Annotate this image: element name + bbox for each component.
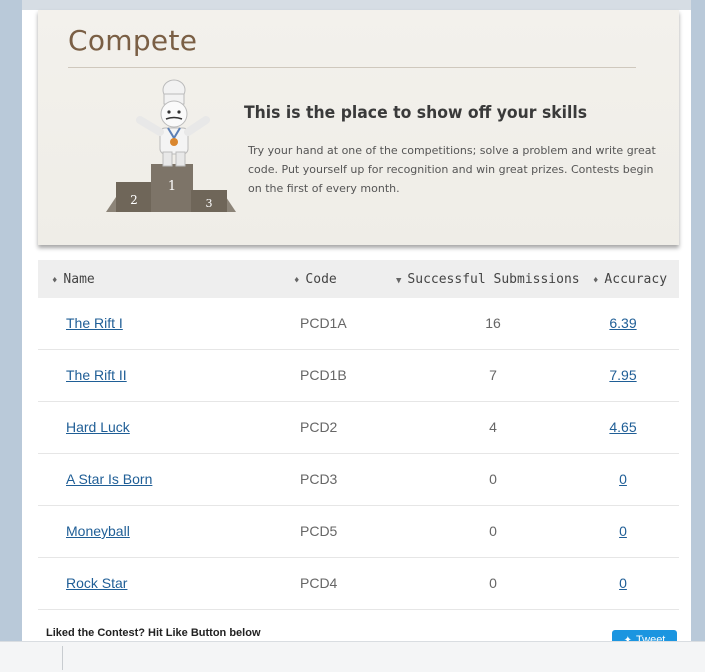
successful-submissions: 0: [489, 523, 497, 539]
banner-title: Compete: [68, 24, 198, 57]
contest-code: PCD4: [300, 575, 338, 591]
table-row: Rock Star PCD4 0 0: [38, 558, 679, 610]
accuracy-link[interactable]: 0: [598, 575, 648, 591]
contest-name-link[interactable]: A Star Is Born: [66, 471, 152, 487]
successful-submissions: 0: [489, 575, 497, 591]
accuracy-link[interactable]: 0: [598, 471, 648, 487]
banner-description: Try your hand at one of the competitions…: [248, 144, 656, 195]
contest-code: PCD3: [300, 471, 338, 487]
contest-name-link[interactable]: The Rift II: [66, 367, 127, 383]
successful-submissions: 16: [485, 315, 501, 331]
accuracy-link[interactable]: 7.95: [598, 367, 648, 383]
accuracy-link[interactable]: 4.65: [598, 419, 648, 435]
table-header: ♦ Name ♦ Code ▼ Successful Submissions ♦ Acc…: [38, 260, 679, 298]
background-right: [691, 0, 705, 671]
contest-code: PCD1B: [300, 367, 347, 383]
podium-label-2: 2: [130, 193, 138, 207]
table-row: Moneyball PCD5 0 0: [38, 506, 679, 558]
sort-desc-icon: ▼: [396, 276, 402, 286]
col-header-accuracy[interactable]: ♦ Accuracy: [593, 272, 667, 287]
contest-name-link[interactable]: The Rift I: [66, 315, 123, 331]
compete-banner: Compete 2 1 3 This is the place to show …: [38, 10, 679, 245]
chef-podium-illustration: 2 1 3: [106, 79, 236, 212]
col-header-name[interactable]: ♦ Name: [52, 272, 95, 287]
contest-code: PCD1A: [300, 315, 347, 331]
col-header-code[interactable]: ♦ Code: [294, 272, 337, 287]
contest-code: PCD5: [300, 523, 338, 539]
successful-submissions: 7: [489, 367, 497, 383]
contest-name-link[interactable]: Moneyball: [66, 523, 130, 539]
banner-divider: [68, 67, 636, 68]
podium-label-1: 1: [168, 179, 176, 194]
sort-icon: ♦: [294, 276, 300, 286]
sort-icon: ♦: [52, 276, 58, 286]
like-prompt: Liked the Contest? Hit Like Button below: [46, 627, 261, 639]
podium-label-3: 3: [206, 197, 213, 210]
background-left: [0, 0, 22, 671]
contest-name-link[interactable]: Rock Star: [66, 575, 127, 591]
contest-name-link[interactable]: Hard Luck: [66, 419, 130, 435]
table-row: Hard Luck PCD2 4 4.65: [38, 402, 679, 454]
table-row: The Rift II PCD1B 7 7.95: [38, 350, 679, 402]
accuracy-link[interactable]: 0: [598, 523, 648, 539]
contest-code: PCD2: [300, 419, 338, 435]
sort-icon: ♦: [593, 276, 599, 286]
successful-submissions: 4: [489, 419, 497, 435]
accuracy-link[interactable]: 6.39: [598, 315, 648, 331]
contest-page: Compete 2 1 3 This is the place to show …: [22, 10, 691, 671]
successful-submissions: 0: [489, 471, 497, 487]
col-header-submissions[interactable]: ▼ Successful Submissions: [396, 272, 580, 287]
contest-table: ♦ Name ♦ Code ▼ Successful Submissions ♦ Acc…: [38, 260, 679, 610]
banner-heading: This is the place to show off your skill…: [244, 103, 588, 123]
bottom-bar: [0, 641, 705, 672]
bottom-divider: [62, 646, 63, 670]
table-row: The Rift I PCD1A 16 6.39: [38, 298, 679, 350]
table-row: A Star Is Born PCD3 0 0: [38, 454, 679, 506]
